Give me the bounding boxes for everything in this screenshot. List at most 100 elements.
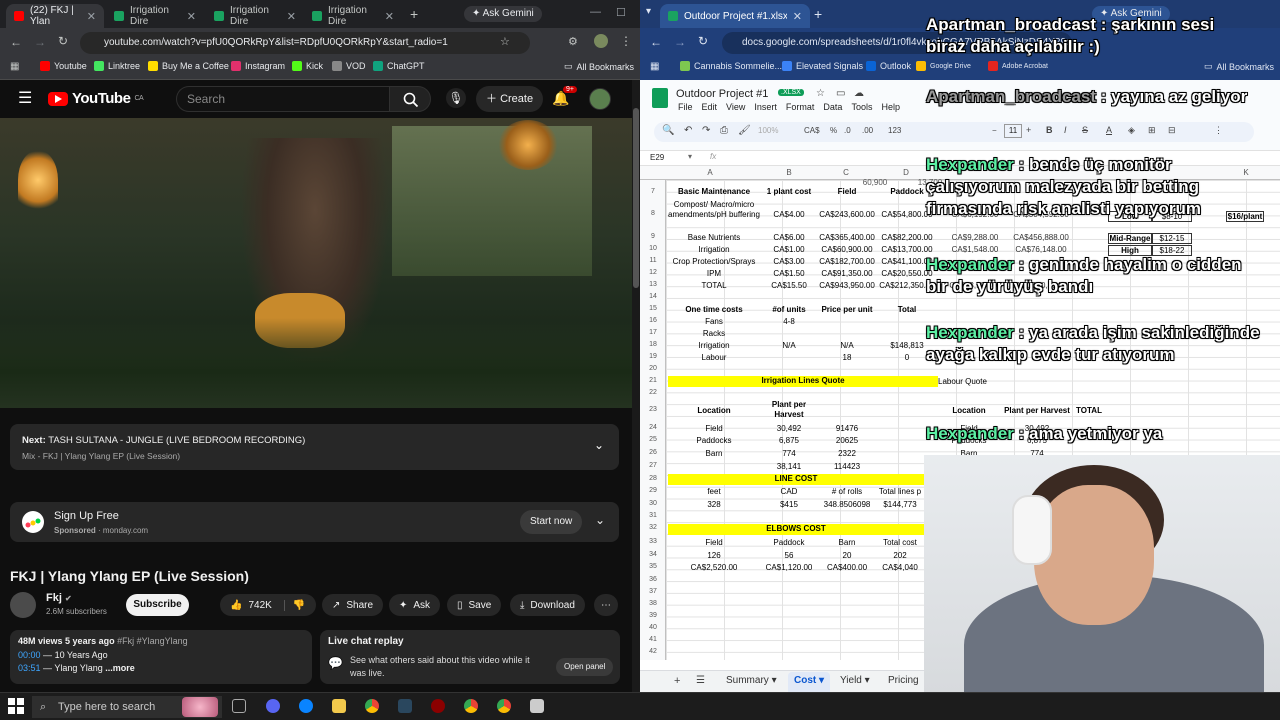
up-next-card[interactable]: Next: TASH SULTANA - JUNGLE (LIVE BEDROO… [10, 424, 619, 470]
cell[interactable]: Mid-Range [1108, 233, 1152, 244]
cell[interactable]: Barn [668, 449, 760, 458]
cell[interactable]: N/A [818, 341, 876, 350]
cell[interactable]: CA$1,548.00 [940, 245, 1010, 254]
save-button[interactable]: ▯ Save [447, 594, 502, 616]
like-count[interactable]: 742K [248, 600, 271, 611]
cell[interactable]: 30,492 [760, 424, 818, 433]
cell[interactable]: CA$1.50 [760, 269, 818, 278]
cell[interactable]: Compost/ Macro/micro amendments/pH buffe… [668, 200, 760, 220]
cell[interactable]: 60,900 [845, 178, 905, 187]
discord-icon[interactable] [266, 699, 280, 713]
cell[interactable]: 4-8 [760, 317, 818, 326]
cell[interactable]: 20 [818, 551, 876, 560]
sheet-tab-pricing[interactable]: Pricing [888, 675, 919, 686]
cell[interactable]: Crop Protection/Sprays [668, 257, 760, 266]
tab-youtube[interactable]: (22) FKJ | Ylan ✕ [6, 4, 104, 28]
cell[interactable]: Field [668, 424, 760, 433]
cell[interactable]: $12-15 [1152, 233, 1192, 244]
cell-header[interactable]: Field [818, 187, 876, 196]
cell[interactable]: CA$456,888.00 [1004, 233, 1078, 242]
cell-header[interactable]: 1 plant cost [760, 187, 818, 196]
ask-button[interactable]: ✦ Ask [389, 594, 441, 616]
channel-avatar[interactable] [10, 592, 36, 618]
apps-grid-icon[interactable]: ▦ [10, 61, 19, 72]
maximize-icon[interactable]: ☐ [616, 6, 626, 19]
menu-dots-icon[interactable]: ⋮ [620, 34, 632, 48]
cell[interactable]: CA$82,200.00 [876, 233, 938, 242]
profile-avatar[interactable] [594, 34, 608, 48]
bookmark-buy-me-a-coffee[interactable]: Buy Me a Coffee [148, 61, 229, 71]
task-view-icon[interactable] [232, 699, 246, 713]
sponsored-card[interactable]: Sign Up Free Sponsored · monday.com Star… [10, 502, 619, 542]
search-button[interactable] [389, 86, 431, 112]
channel-name[interactable]: Fkj ✔ [46, 592, 72, 604]
create-button[interactable]: ＋ Create [476, 86, 544, 112]
cell[interactable]: 56 [760, 551, 818, 560]
cell[interactable]: CA$1.00 [760, 245, 818, 254]
close-icon[interactable]: ✕ [385, 10, 394, 23]
cell[interactable]: Paddocks [668, 436, 760, 445]
cell[interactable]: IPM [668, 269, 760, 278]
reload-icon[interactable]: ↻ [58, 34, 68, 48]
cell[interactable]: Labour [668, 353, 760, 362]
cell[interactable]: TOTAL [668, 281, 760, 290]
cell[interactable]: 126 [668, 551, 760, 560]
all-bookmarks[interactable]: ▭ All Bookmarks [564, 61, 634, 72]
cell[interactable]: CA$9,288.00 [940, 233, 1010, 242]
tab-irrigation-1[interactable]: Irrigation Dire ✕ [106, 4, 204, 28]
cell[interactable]: Irrigation [668, 341, 760, 350]
url-field[interactable]: youtube.com/watch?v=pfU0QORkRpY&list=RDp… [80, 32, 530, 54]
cell[interactable]: CA$13,700.00 [876, 245, 938, 254]
close-icon[interactable]: ✕ [287, 10, 296, 23]
cell-header[interactable]: Price per unit [818, 305, 876, 314]
ask-gemini-button[interactable]: ✦ Ask Gemini [464, 6, 542, 22]
cell[interactable]: Base Nutrients [668, 233, 760, 242]
cell-header[interactable]: Barn [818, 538, 876, 547]
cell-header[interactable]: #of units [760, 305, 818, 314]
video-player[interactable] [0, 118, 632, 408]
file-explorer-icon[interactable] [332, 699, 346, 713]
cell[interactable]: CA$400.00 [818, 563, 876, 572]
cell[interactable]: Labour Quote [938, 377, 998, 386]
cell-header[interactable]: # of rolls [818, 487, 876, 496]
cell-header[interactable]: Field [668, 538, 760, 547]
calculator-icon[interactable] [530, 699, 544, 713]
windows-start-icon[interactable] [8, 698, 24, 714]
youtube-logo[interactable]: YouTube CA [48, 90, 144, 107]
cell[interactable]: Irrigation [668, 245, 760, 254]
cell[interactable]: CA$943,950.00 [818, 281, 876, 290]
scrollbar-thumb[interactable] [633, 108, 639, 288]
cell-header[interactable]: TOTAL [1072, 406, 1106, 415]
cell[interactable]: 114423 [818, 462, 876, 471]
chevron-down-icon[interactable]: ⌄ [595, 513, 605, 527]
cell[interactable]: CA$3.00 [760, 257, 818, 266]
cell-header[interactable]: Location [668, 406, 760, 415]
cell[interactable]: Racks [668, 329, 760, 338]
extensions-icon[interactable]: ⚙ [568, 35, 578, 48]
thumbs-up-icon[interactable]: 👍 [230, 600, 242, 611]
cell[interactable]: CA$76,148.00 [1004, 245, 1078, 254]
bookmark-instagram[interactable]: Instagram [231, 61, 285, 71]
chrome-icon[interactable] [497, 699, 511, 713]
cell[interactable]: N/A [760, 341, 818, 350]
app-icon[interactable] [299, 699, 313, 713]
thumbs-down-icon[interactable]: 👎 [283, 599, 305, 611]
share-button[interactable]: ↗ Share [322, 594, 384, 616]
back-arrow-icon[interactable]: ← [10, 35, 22, 49]
description-box[interactable]: 48M views 5 years ago #Fkj #YlangYlang 0… [10, 630, 312, 684]
cell[interactable]: CA$6.00 [760, 233, 818, 242]
obs-icon[interactable] [431, 699, 445, 713]
cell[interactable]: Fans [668, 317, 760, 326]
open-panel-button[interactable]: Open panel [556, 658, 614, 676]
cell[interactable]: 20625 [818, 436, 876, 445]
bookmark-chatgpt[interactable]: ChatGPT [373, 61, 425, 71]
cell[interactable]: CA$4,040 [876, 563, 924, 572]
bookmark-star-icon[interactable]: ☆ [500, 35, 510, 48]
chevron-down-icon[interactable]: ⌄ [594, 438, 604, 452]
cell[interactable]: 38,141 [760, 462, 818, 471]
tab-irrigation-2[interactable]: Irrigation Dire ✕ [206, 4, 304, 28]
cell[interactable]: CA$91,350.00 [818, 269, 876, 278]
all-sheets-icon[interactable]: ☰ [696, 675, 705, 686]
more-link[interactable]: ...more [105, 663, 135, 673]
cell[interactable]: 202 [876, 551, 924, 560]
